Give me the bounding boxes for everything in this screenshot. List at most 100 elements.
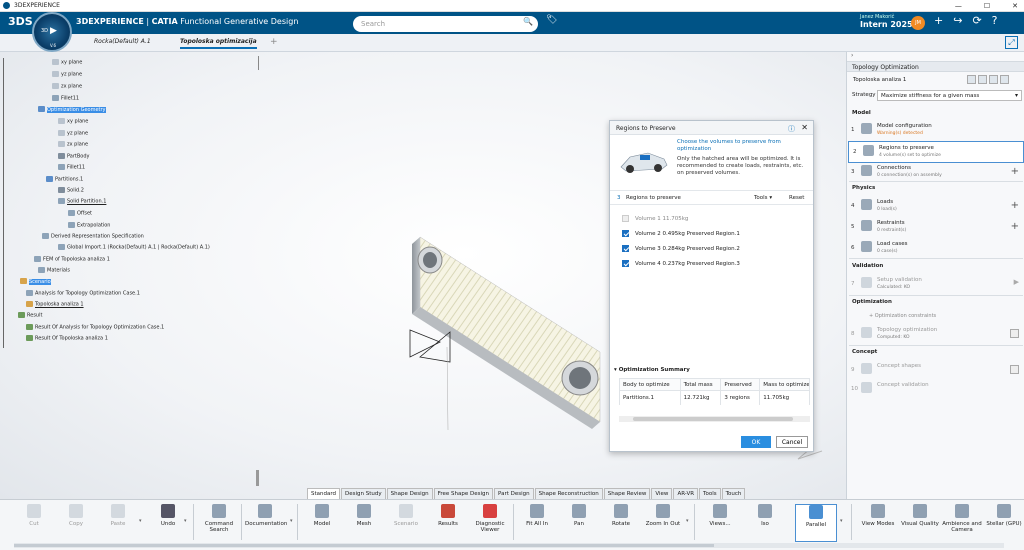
- grid-icon[interactable]: [989, 75, 998, 84]
- compass[interactable]: 3D ▶ V.6: [32, 12, 72, 52]
- step-regions-to-preserve[interactable]: 2 Regions to preserve 4 volume(s) set to …: [848, 141, 1024, 163]
- documentation-button[interactable]: Documentation: [245, 504, 287, 527]
- summary-toggle[interactable]: ▾ Optimization Summary: [614, 367, 690, 373]
- rotate-button[interactable]: Rotate: [601, 504, 641, 527]
- pan-button[interactable]: Pan: [559, 504, 599, 527]
- tab-free-shape-design[interactable]: Free Shape Design: [433, 488, 494, 499]
- tree-node[interactable]: Partitions.1: [46, 176, 83, 184]
- step-setup-validation[interactable]: 7 Setup validation Calculated: KO ▶: [847, 274, 1024, 296]
- step-restraints[interactable]: 5 Restraints 0 restraint(s) +: [847, 217, 1024, 239]
- tools-dropdown[interactable]: Tools ▾: [754, 195, 772, 201]
- zoom-in-out-button[interactable]: Zoom In Out: [643, 504, 683, 527]
- tree-node[interactable]: Offset: [68, 210, 92, 218]
- iso-button[interactable]: Iso: [745, 504, 785, 527]
- visual-quality-button[interactable]: Visual Quality: [900, 504, 940, 527]
- optimization-constraints[interactable]: + Optimization constraints: [869, 313, 936, 319]
- user-menu[interactable]: Janez Makorič Intern 2025: [860, 14, 913, 29]
- volume-row[interactable]: Volume 2 0.495kg Preserved Region.1: [622, 230, 740, 237]
- tenant-name[interactable]: Intern 2025: [860, 21, 913, 29]
- tab-part-design[interactable]: Part Design: [494, 488, 534, 499]
- step-load-cases[interactable]: 6 Load cases 0 case(s): [847, 238, 1024, 260]
- reset-button[interactable]: Reset: [789, 195, 804, 201]
- fit-all-in-button[interactable]: Fit All In: [517, 504, 557, 527]
- scrollbar-thumb[interactable]: [14, 544, 714, 547]
- share-icon[interactable]: ↪: [953, 14, 962, 27]
- tree-node[interactable]: zx plane: [58, 141, 88, 149]
- diagnostic-viewer-button[interactable]: Diagnostic Viewer: [470, 504, 510, 533]
- step-concept-validation[interactable]: 10 Concept validation: [847, 379, 1024, 401]
- ok-button[interactable]: OK: [741, 436, 771, 448]
- plus-icon[interactable]: +: [934, 14, 943, 27]
- tree-node[interactable]: Result Of Analysis for Topology Optimiza…: [26, 324, 164, 332]
- cancel-button[interactable]: Cancel: [776, 436, 808, 448]
- tab-tools[interactable]: Tools: [699, 488, 721, 499]
- copy-button[interactable]: Copy: [56, 504, 96, 527]
- panel-collapse-icon[interactable]: ›: [847, 52, 1024, 61]
- step-loads[interactable]: 4 Loads 0 load(s) +: [847, 196, 1024, 218]
- step-model-configuration[interactable]: 1 Model configuration Warning(s) detected: [847, 120, 1024, 142]
- tab-ar-vr[interactable]: AR-VR: [673, 488, 699, 499]
- tree-node[interactable]: Global Import.1 (Rocka(Default) A.1 | Ro…: [58, 244, 210, 252]
- tree-node[interactable]: yz plane: [58, 130, 88, 138]
- tree-node[interactable]: Result Of Topoloska analiza 1: [26, 335, 108, 343]
- tab-rocka[interactable]: Rocka(Default) A.1: [94, 38, 151, 45]
- views-button[interactable]: Views...: [700, 504, 740, 527]
- help-icon[interactable]: ?: [992, 14, 998, 27]
- maximize-button[interactable]: ☐: [984, 0, 990, 12]
- tree-node[interactable]: Result: [18, 312, 42, 320]
- close-window-button[interactable]: ✕: [1012, 0, 1018, 12]
- tree-node-scenario[interactable]: Scenario: [20, 278, 51, 286]
- broadcast-icon[interactable]: ⟳: [972, 14, 981, 27]
- splitter-handle[interactable]: [256, 470, 259, 486]
- tab-topoloska-optimizacija[interactable]: Topoloska optimizacija: [180, 38, 257, 49]
- close-icon[interactable]: ✕: [801, 123, 808, 132]
- volume-checkbox[interactable]: [622, 245, 629, 252]
- tab-shape-design[interactable]: Shape Design: [386, 488, 433, 499]
- tab-standard[interactable]: Standard: [307, 488, 341, 499]
- paste-button[interactable]: Paste: [98, 504, 138, 527]
- chevron-down-icon[interactable]: ▾: [184, 518, 187, 524]
- tag-icon[interactable]: 🏷: [546, 15, 557, 25]
- tree-node[interactable]: Topoloska analiza 1: [26, 301, 84, 309]
- tree-node[interactable]: yz plane: [52, 71, 82, 79]
- volume-checkbox[interactable]: [622, 260, 629, 267]
- part-3d-model[interactable]: [350, 232, 610, 452]
- table-scrollbar[interactable]: [619, 416, 810, 422]
- results-button[interactable]: Results: [428, 504, 468, 527]
- chevron-down-icon[interactable]: ▾: [686, 518, 689, 524]
- tab-design-study[interactable]: Design Study: [341, 488, 386, 499]
- step-topology-optimization[interactable]: 8 Topology optimization Computed: KO: [847, 324, 1024, 346]
- stellar-button[interactable]: Stellar (GPU): [984, 504, 1024, 527]
- tab-touch[interactable]: Touch: [721, 488, 746, 499]
- action-bar-scrollbar[interactable]: [14, 543, 1004, 548]
- expand-icon[interactable]: ⤢: [1005, 36, 1018, 49]
- chevron-down-icon[interactable]: ▾: [139, 518, 142, 524]
- tab-shape-reconstruction[interactable]: Shape Reconstruction: [534, 488, 603, 499]
- tree-node[interactable]: Solid.2: [58, 187, 84, 195]
- mesh-button[interactable]: Mesh: [344, 504, 384, 527]
- undo-button[interactable]: Undo: [148, 504, 188, 527]
- search-input[interactable]: [353, 16, 538, 32]
- volume-checkbox[interactable]: [622, 215, 629, 222]
- tree-node[interactable]: Materials: [38, 267, 70, 275]
- report-icon[interactable]: [978, 75, 987, 84]
- tab-shape-review[interactable]: Shape Review: [603, 488, 651, 499]
- tree-node-optimization-geometry[interactable]: Optimization Geometry: [38, 106, 106, 114]
- add-connection-icon[interactable]: +: [1011, 166, 1019, 177]
- tree-node[interactable]: zx plane: [52, 83, 82, 91]
- ambience-camera-button[interactable]: Ambience and Camera: [942, 504, 982, 533]
- volume-checkbox[interactable]: [622, 230, 629, 237]
- tree-node[interactable]: PartBody: [58, 153, 90, 161]
- volume-row[interactable]: Volume 3 0.284kg Preserved Region.2: [622, 245, 740, 252]
- tree-node[interactable]: xy plane: [58, 118, 88, 126]
- tab-view[interactable]: View: [651, 488, 673, 499]
- play-icon[interactable]: ▶: [50, 26, 57, 36]
- avatar[interactable]: JM: [911, 16, 925, 30]
- refresh-icon[interactable]: [1010, 365, 1019, 374]
- tree-node[interactable]: xy plane: [52, 59, 82, 67]
- volume-row[interactable]: Volume 4 0.237kg Preserved Region.3: [622, 260, 740, 267]
- app-toggle-icon[interactable]: [967, 75, 976, 84]
- scenario-button[interactable]: Scenario: [386, 504, 426, 527]
- tree-node[interactable]: Extrapolation: [68, 222, 110, 230]
- add-load-icon[interactable]: +: [1011, 200, 1019, 211]
